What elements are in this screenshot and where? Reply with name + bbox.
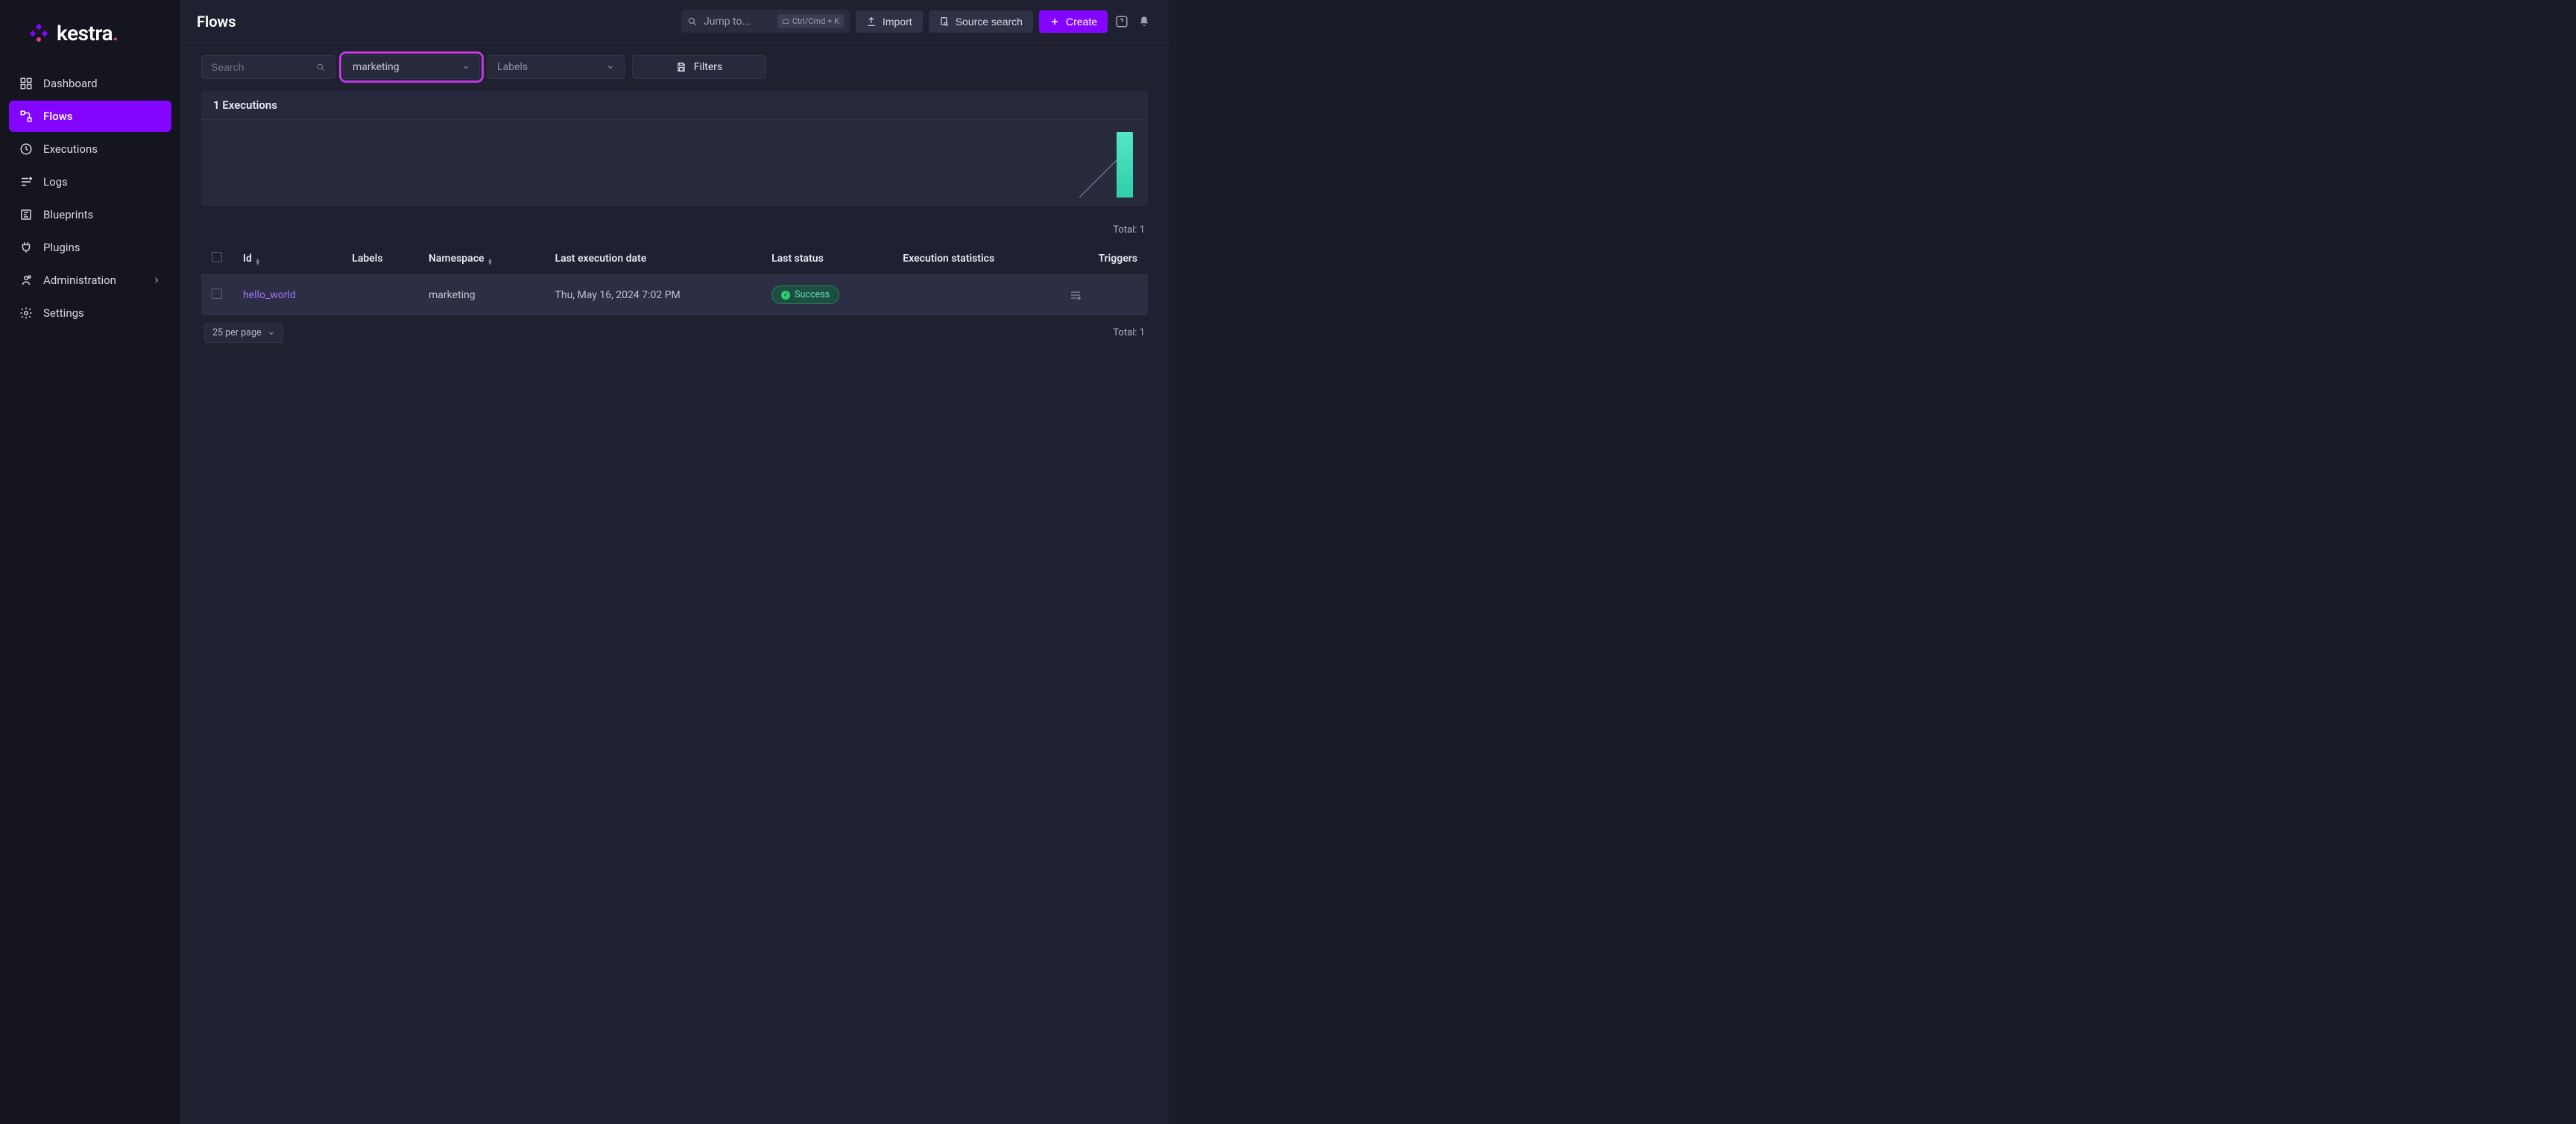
create-button[interactable]: Create — [1039, 10, 1108, 33]
topbar: Flows Jump to... Ctrl/Cmd + K Import S — [180, 0, 1169, 43]
row-checkbox[interactable] — [212, 288, 222, 299]
nav-label: Executions — [43, 142, 98, 156]
search-input[interactable] — [201, 55, 335, 79]
flow-id-link[interactable]: hello_world — [243, 289, 296, 301]
blueprints-icon — [19, 208, 33, 221]
flows-table: Id▲▼ Labels Namespace▲▼ Last execution d… — [201, 243, 1148, 315]
cell-namespace: marketing — [418, 275, 545, 315]
page-title: Flows — [197, 13, 236, 31]
sidebar-item-plugins[interactable]: Plugins — [9, 232, 171, 263]
sidebar-item-settings[interactable]: Settings — [9, 297, 171, 329]
labels-select[interactable]: Labels — [487, 55, 625, 79]
plugins-icon — [19, 241, 33, 254]
trigger-action-icon[interactable] — [1070, 289, 1137, 301]
logs-icon — [19, 175, 33, 189]
status-badge: ✓ Success — [771, 285, 839, 304]
dashboard-icon — [19, 77, 33, 90]
col-last-exec[interactable]: Last execution date — [545, 243, 762, 275]
nav-label: Dashboard — [43, 77, 98, 90]
help-icon[interactable] — [1114, 13, 1130, 30]
col-last-status[interactable]: Last status — [761, 243, 892, 275]
chevron-down-icon — [461, 63, 470, 72]
chart-success-bar — [1117, 132, 1133, 198]
cell-exec-stats — [892, 275, 1058, 315]
file-search-icon — [939, 16, 950, 27]
content: marketing Labels Filters 1 Executions — [180, 43, 1169, 1124]
nav-label: Administration — [43, 274, 116, 287]
chart-trend-line — [1079, 160, 1117, 198]
button-label: Create — [1066, 16, 1097, 28]
logo-mark-icon — [28, 23, 49, 44]
select-all-checkbox[interactable] — [212, 252, 222, 262]
executions-icon — [19, 142, 33, 156]
col-exec-stats[interactable]: Execution statistics — [892, 243, 1058, 275]
chevron-right-icon — [152, 276, 161, 285]
bell-icon[interactable] — [1136, 13, 1152, 30]
pagination-bar: 25 per page Total: 1 — [201, 315, 1148, 350]
executions-chart — [201, 120, 1148, 206]
namespace-select[interactable]: marketing — [343, 55, 480, 79]
main: Flows Jump to... Ctrl/Cmd + K Import S — [180, 0, 1169, 1124]
cell-labels — [341, 275, 418, 315]
button-label: Filters — [694, 61, 723, 73]
search-icon — [316, 63, 326, 72]
col-id[interactable]: Id▲▼ — [233, 243, 341, 275]
plus-icon — [1049, 16, 1060, 27]
sidebar-item-executions[interactable]: Executions — [9, 133, 171, 165]
search-field[interactable] — [211, 61, 310, 73]
per-page-select[interactable]: 25 per page — [204, 323, 283, 343]
jump-to-placeholder: Jump to... — [704, 16, 751, 28]
chevron-down-icon — [606, 63, 615, 72]
import-button[interactable]: Import — [856, 10, 923, 33]
flows-icon — [19, 110, 33, 123]
col-labels[interactable]: Labels — [341, 243, 418, 275]
logo[interactable]: kestra. — [0, 13, 180, 60]
administration-icon — [19, 274, 33, 287]
chevron-down-icon — [268, 329, 275, 337]
upload-icon — [866, 16, 877, 27]
jump-to-search[interactable]: Jump to... Ctrl/Cmd + K — [681, 10, 850, 33]
table-row[interactable]: hello_world marketing Thu, May 16, 2024 … — [201, 275, 1148, 315]
total-top: Total: 1 — [201, 220, 1148, 243]
col-triggers[interactable]: Triggers — [1059, 243, 1148, 275]
sidebar-item-logs[interactable]: Logs — [9, 166, 171, 198]
nav-label: Plugins — [43, 241, 80, 254]
nav: Dashboard Flows Executions Logs Blueprin… — [0, 60, 180, 336]
nav-label: Blueprints — [43, 208, 93, 221]
select-placeholder: Labels — [497, 61, 528, 73]
button-label: Import — [883, 16, 912, 28]
executions-panel-title: 1 Executions — [201, 91, 1148, 120]
sort-icon: ▲▼ — [255, 258, 261, 265]
filter-bar: marketing Labels Filters — [201, 55, 1148, 79]
sort-icon: ▲▼ — [487, 258, 493, 265]
nav-label: Logs — [43, 175, 68, 189]
save-icon — [676, 62, 686, 72]
cell-last-exec: Thu, May 16, 2024 7:02 PM — [545, 275, 762, 315]
shortcut-hint: Ctrl/Cmd + K — [777, 14, 844, 28]
sidebar-item-blueprints[interactable]: Blueprints — [9, 199, 171, 230]
search-icon — [687, 16, 698, 27]
col-namespace[interactable]: Namespace▲▼ — [418, 243, 545, 275]
button-label: Source search — [956, 16, 1023, 28]
nav-label: Settings — [43, 306, 84, 320]
sidebar-item-administration[interactable]: Administration — [9, 265, 171, 296]
check-icon: ✓ — [781, 291, 790, 300]
sidebar: kestra. Dashboard Flows Executions Logs … — [0, 0, 180, 1124]
logo-text: kestra. — [57, 21, 118, 45]
select-value: marketing — [353, 61, 400, 73]
settings-icon — [19, 306, 33, 320]
filters-button[interactable]: Filters — [632, 55, 766, 79]
source-search-button[interactable]: Source search — [929, 10, 1033, 33]
executions-panel: 1 Executions — [201, 91, 1148, 206]
sidebar-item-flows[interactable]: Flows — [9, 101, 171, 132]
nav-label: Flows — [43, 110, 72, 123]
total-bottom: Total: 1 — [1113, 327, 1145, 338]
sidebar-item-dashboard[interactable]: Dashboard — [9, 68, 171, 99]
